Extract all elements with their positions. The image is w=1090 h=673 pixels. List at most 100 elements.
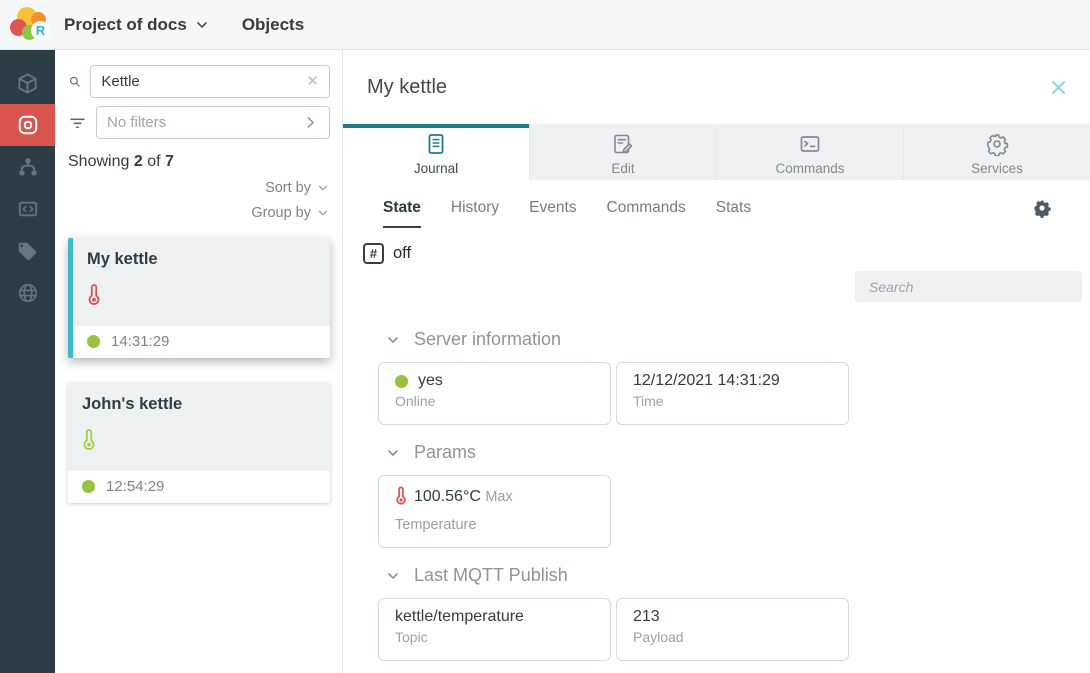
sitemap-icon [17,156,39,178]
search-row: ✕ [68,65,330,98]
chevron-down-icon [385,332,401,348]
last-seen-time: 12:54:29 [106,478,164,495]
device-name: My kettle [87,250,316,269]
results-count: Showing 2 of 7 [68,153,330,171]
sort-by-label: Sort by [265,180,311,196]
online-dot-icon [395,375,408,388]
value-card-time: 12/12/2021 14:31:29 Time [616,362,849,425]
online-dot-icon [82,480,95,493]
value-card-max-temperature: 100.56°C Max Temperature [378,475,611,548]
journal-icon [424,132,448,156]
objects-icon [17,114,39,136]
clear-search-icon[interactable]: ✕ [306,74,319,89]
group-by-dropdown[interactable]: Group by [68,205,330,221]
content-row: ✕ No filters Showing 2 of 7 Sort by [0,50,1090,673]
params-cards: 100.56°C Max Temperature [378,475,1090,548]
sidebar-rail [0,50,55,673]
device-card-footer: 12:54:29 [68,471,330,503]
close-panel-button[interactable] [1049,78,1068,97]
device-detail-panel: My kettle Journal Edit [343,50,1090,673]
card-value: 100.56°C [414,488,481,505]
thermometer-icon [87,283,101,311]
sidebar-item-network[interactable] [0,272,55,314]
value-card-payload: 213 Payload [616,598,849,661]
subtab-commands[interactable]: Commands [607,199,686,226]
tab-label: Services [971,161,1023,176]
settings-gear-button[interactable] [1032,198,1052,218]
subtab-stats[interactable]: Stats [716,199,751,226]
card-value: yes [418,372,443,390]
subtab-history[interactable]: History [451,199,499,226]
search-input[interactable] [101,73,300,90]
server-information-cards: yes Online 12/12/2021 14:31:29 Time [378,362,1090,425]
section-title: Params [414,442,476,463]
chevron-down-icon [385,568,401,584]
detail-tabs: Journal Edit Commands [343,124,1090,180]
device-card-body: My kettle [73,238,330,326]
hash-badge-icon: # [363,243,384,264]
tab-edit[interactable]: Edit [529,124,716,180]
search-field: ✕ [90,65,330,98]
sidebar-item-cube[interactable] [0,62,55,104]
project-switcher[interactable]: Project of docs [64,15,210,35]
terminal-icon [798,132,822,156]
chevron-down-icon [194,17,210,33]
card-label: Time [633,393,832,409]
card-value: 12/12/2021 14:31:29 [633,372,780,390]
tab-commands[interactable]: Commands [716,124,903,180]
device-list-panel: ✕ No filters Showing 2 of 7 Sort by [55,50,343,673]
journal-subtabs: State History Events Commands Stats [343,180,1090,228]
detail-title: My kettle [367,76,447,99]
chevron-down-icon [316,181,330,195]
value-card-online: yes Online [378,362,611,425]
device-card-my-kettle[interactable]: My kettle 14:31:29 [68,238,330,358]
tab-label: Commands [775,161,844,176]
state-badge-label: off [393,244,411,263]
subtab-events[interactable]: Events [529,199,576,226]
chevron-down-icon [316,206,330,220]
chevron-right-icon [302,114,319,131]
device-card-body: John's kettle [68,383,330,471]
section-header-last-mqtt-publish[interactable]: Last MQTT Publish [385,565,1090,586]
online-dot-icon [87,335,100,348]
card-label: Online [395,393,594,409]
nav-objects[interactable]: Objects [242,15,304,35]
card-label: Payload [633,629,832,645]
close-icon [1049,78,1068,97]
device-list: My kettle 14:31:29 John's kettle [68,238,330,503]
gear-icon [1032,198,1052,218]
tab-journal[interactable]: Journal [343,124,529,180]
tab-label: Edit [611,161,634,176]
subtab-state[interactable]: State [383,199,421,228]
state-badge-row: # off [343,228,1090,264]
device-card-johns-kettle[interactable]: John's kettle 12:54:29 [68,383,330,503]
globe-icon [17,282,39,304]
sidebar-item-code[interactable] [0,188,55,230]
sidebar-item-hierarchy[interactable] [0,146,55,188]
tab-services[interactable]: Services [903,124,1090,180]
sidebar-item-tags[interactable] [0,230,55,272]
sidebar-item-objects[interactable] [0,104,55,146]
detail-header: My kettle [343,50,1090,124]
section-title: Server information [414,329,561,350]
filter-row: No filters [68,106,330,139]
card-value: 213 [633,608,660,626]
state-search-row [343,264,1090,302]
state-search-input[interactable] [855,271,1082,302]
app-logo[interactable]: R [8,6,50,44]
edit-document-icon [611,132,635,156]
section-header-params[interactable]: Params [385,442,1090,463]
section-title: Last MQTT Publish [414,565,568,586]
search-icon [68,72,81,91]
app-screen: R Project of docs Objects [0,0,1090,673]
topbar: R Project of docs Objects [0,0,1090,50]
sort-by-dropdown[interactable]: Sort by [68,180,330,196]
value-card-topic: kettle/temperature Topic [378,598,611,661]
thermometer-icon [395,486,407,513]
logo-letter: R [31,21,50,40]
card-label: Topic [395,629,594,645]
filters-field[interactable]: No filters [96,106,330,139]
section-header-server-information[interactable]: Server information [385,329,1090,350]
filters-placeholder: No filters [107,114,296,131]
card-value: kettle/temperature [395,608,524,626]
